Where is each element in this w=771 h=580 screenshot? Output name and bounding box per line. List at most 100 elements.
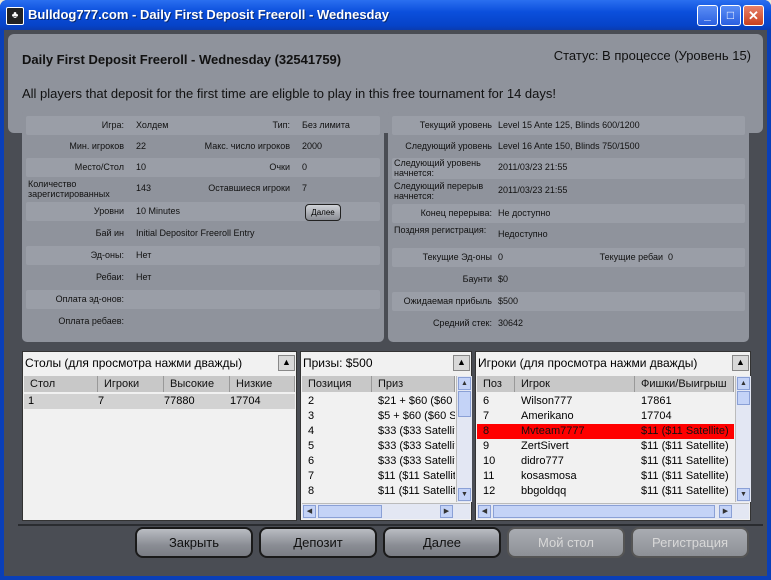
- addon-payment-label: Оплата эд-онов:: [55, 294, 124, 304]
- scroll-left-icon[interactable]: ◀: [303, 505, 316, 518]
- table-row[interactable]: 1 7 77880 17704: [24, 394, 295, 409]
- info-row-current-level: Текущий уровень Level 15 Ante 125, Blind…: [392, 116, 745, 135]
- register-button[interactable]: Регистрация: [631, 527, 749, 558]
- scroll-right-icon[interactable]: ▶: [440, 505, 453, 518]
- table-cell: Mvteam7777: [521, 425, 585, 437]
- more-button[interactable]: Далее: [383, 527, 501, 558]
- table-cell: 7: [98, 395, 105, 407]
- max-players-value: 2000: [302, 141, 323, 151]
- table-cell: 3: [308, 410, 315, 422]
- maximize-button[interactable]: □: [720, 5, 741, 26]
- remaining-value: 7: [302, 183, 308, 193]
- col-table[interactable]: Стол: [24, 376, 98, 392]
- table-row[interactable]: 7 Amerikano 17704: [477, 409, 734, 424]
- table-row[interactable]: 9 ZertSivert $11 ($11 Satellite): [477, 439, 734, 454]
- scroll-up-icon[interactable]: ▲: [737, 377, 750, 390]
- info-row-rebuy-payment: Оплата ребаев:: [26, 312, 380, 331]
- points-label: Очки: [269, 162, 290, 172]
- info-row-next-break: Следующий перерыв начнется: 2011/03/23 2…: [392, 181, 745, 202]
- info-row-expected-prize: Ожидаемая прибыль $500: [392, 292, 745, 311]
- table-cell: 2: [308, 395, 315, 407]
- scroll-thumb[interactable]: [318, 505, 382, 518]
- col-high[interactable]: Высокие: [164, 376, 230, 392]
- info-row-next-level-start: Следующий уровень начнется: 2011/03/23 2…: [392, 158, 745, 179]
- current-addons-label: Текущие Эд-оны: [422, 252, 492, 262]
- scroll-left-icon[interactable]: ◀: [478, 505, 491, 518]
- scroll-thumb[interactable]: [458, 391, 471, 417]
- rebuy-payment-label: Оплата ребаев:: [58, 316, 124, 326]
- table-row[interactable]: 5 $33 ($33 Satellite: [302, 439, 455, 454]
- table-row[interactable]: 10 didro777 $11 ($11 Satellite): [477, 454, 734, 469]
- window-title: Bulldog777.com - Daily First Deposit Fre…: [28, 7, 389, 22]
- table-row[interactable]: 3 $5 + $60 ($60 Sa: [302, 409, 455, 424]
- table-cell: 77880: [164, 395, 195, 407]
- remaining-label: Оставшиеся игроки: [208, 183, 290, 193]
- col-prize[interactable]: Приз: [372, 376, 455, 392]
- avg-stack-label: Средний стек:: [432, 318, 492, 328]
- tournament-info-right: Текущий уровень Level 15 Ante 125, Blind…: [388, 110, 749, 342]
- prizes-panel: Призы: $500 ▲ Позиция Приз 2 $21 + $60 ($…: [300, 351, 472, 521]
- button-bar-divider: [18, 524, 763, 526]
- tables-panel: Столы (для просмотра нажми дважды) ▲ Сто…: [22, 351, 297, 521]
- scroll-up-icon[interactable]: ▲: [458, 377, 471, 390]
- next-level-start-label: Следующий уровень начнется:: [394, 158, 481, 178]
- scroll-thumb[interactable]: [737, 391, 750, 405]
- current-level-value: Level 15 Ante 125, Blinds 600/1200: [498, 120, 640, 130]
- collapse-up-icon[interactable]: ▲: [453, 355, 470, 371]
- place-value: 10: [136, 162, 147, 172]
- col-players[interactable]: Игроки: [98, 376, 164, 392]
- col-low[interactable]: Низкие: [230, 376, 295, 392]
- col-position[interactable]: Позиция: [302, 376, 372, 392]
- players-vscroll[interactable]: ▲ ▼: [735, 376, 751, 502]
- players-hscroll[interactable]: ◀ ▶: [477, 503, 749, 519]
- levels-more-button[interactable]: Далее: [305, 204, 341, 221]
- table-cell: $11 ($11 Satellite): [641, 485, 729, 497]
- table-row[interactable]: 6 $33 ($33 Satellite: [302, 454, 455, 469]
- table-row[interactable]: 6 Wilson777 17861: [477, 394, 734, 409]
- my-table-button[interactable]: Мой стол: [507, 527, 625, 558]
- next-level-label: Следующий уровень: [405, 141, 492, 151]
- minimize-button[interactable]: _: [697, 5, 718, 26]
- col-pos[interactable]: Поз: [477, 376, 515, 392]
- table-row[interactable]: 12 bbgoldqq $11 ($11 Satellite): [477, 484, 734, 499]
- scroll-right-icon[interactable]: ▶: [719, 505, 732, 518]
- scroll-down-icon[interactable]: ▼: [458, 488, 471, 501]
- deposit-button[interactable]: Депозит: [259, 527, 377, 558]
- tournament-title: Daily First Deposit Freeroll - Wednesday…: [22, 52, 342, 67]
- title-bar[interactable]: ♣ Bulldog777.com - Daily First Deposit F…: [0, 0, 771, 30]
- table-row[interactable]: 2 $21 + $60 ($60 S: [302, 394, 455, 409]
- table-cell: 8: [308, 485, 315, 497]
- collapse-up-icon[interactable]: ▲: [278, 355, 295, 371]
- table-cell: 17704: [230, 395, 261, 407]
- tournament-info-left: Игра: Холдем Тип: Без лимита Мин. игроко…: [22, 110, 384, 342]
- scroll-down-icon[interactable]: ▼: [737, 488, 750, 501]
- collapse-up-icon[interactable]: ▲: [732, 355, 749, 371]
- close-window-button[interactable]: ✕: [743, 5, 764, 26]
- col-player[interactable]: Игрок: [515, 376, 635, 392]
- addons-value: Нет: [136, 250, 152, 260]
- table-cell: 1: [28, 395, 35, 407]
- addons-label: Эд-оны:: [90, 250, 124, 260]
- close-button[interactable]: Закрыть: [135, 527, 253, 558]
- table-row[interactable]: 11 kosasmosa $11 ($11 Satellite): [477, 469, 734, 484]
- app-icon[interactable]: ♣: [6, 7, 24, 25]
- prizes-vscroll[interactable]: ▲ ▼: [456, 376, 472, 502]
- table-row[interactable]: 4 $33 ($33 Satellite: [302, 424, 455, 439]
- table-cell: 8: [483, 425, 490, 437]
- table-row[interactable]: 7 $11 ($11 Satellite: [302, 469, 455, 484]
- tournament-description: All players that deposit for the first t…: [22, 86, 556, 101]
- table-cell: $5 + $60 ($60 Sa: [378, 410, 455, 422]
- info-row-buyin: Бай ин Initial Depositor Freeroll Entry: [26, 224, 380, 243]
- tables-header: Стол Игроки Высокие Низкие: [24, 376, 295, 392]
- window: ♣ Bulldog777.com - Daily First Deposit F…: [0, 0, 771, 580]
- scroll-thumb[interactable]: [493, 505, 715, 518]
- prizes-hscroll[interactable]: ◀ ▶: [302, 503, 470, 519]
- bounty-value: $0: [498, 274, 509, 284]
- info-row-addon-payment: Оплата эд-онов:: [26, 290, 380, 309]
- col-chips[interactable]: Фишки/Выигрыш: [635, 376, 734, 392]
- levels-value: 10 Minutes: [136, 206, 181, 216]
- table-cell: 10: [483, 455, 496, 467]
- table-row-highlighted[interactable]: 8 Mvteam7777 $11 ($11 Satellite): [477, 424, 734, 439]
- bounty-label: Баунти: [462, 274, 492, 284]
- table-row[interactable]: 8 $11 ($11 Satellite: [302, 484, 455, 499]
